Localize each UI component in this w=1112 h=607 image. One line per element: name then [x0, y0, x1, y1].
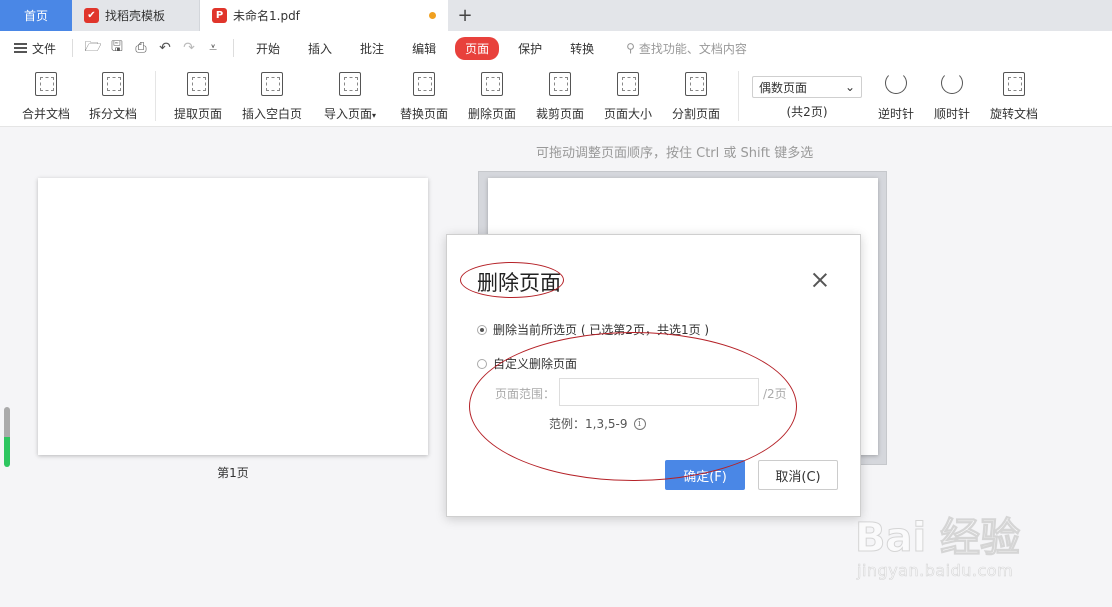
divider [155, 71, 156, 121]
replace-page-button[interactable]: 替换页面 [398, 70, 450, 122]
close-icon[interactable] [811, 271, 829, 289]
watermark-logo: Bai 经验 [854, 515, 1021, 562]
extract-page-button[interactable]: 提取页面 [172, 70, 224, 122]
crop-icon [549, 72, 571, 96]
rotate-doc-button[interactable]: 旋转文档 [988, 70, 1040, 122]
radio-unchecked-icon[interactable] [477, 358, 487, 369]
menu-protect[interactable]: 保护 [509, 37, 551, 60]
chevron-down-icon: ▾ [372, 111, 377, 120]
rotate-ccw-button[interactable]: 逆时针 [876, 70, 916, 122]
rotate-cw-icon [941, 72, 963, 94]
insert-blank-page-button[interactable]: 插入空白页 [240, 70, 304, 122]
menu-annotate[interactable]: 批注 [351, 37, 393, 60]
file-menu[interactable]: 文件 [14, 40, 56, 57]
annotation-ellipse-title [460, 262, 564, 298]
delete-page-icon [481, 72, 503, 96]
chevron-down-icon: ⌄ [844, 80, 855, 94]
undo-icon[interactable]: ↶ [153, 36, 177, 60]
divider [72, 39, 74, 57]
page-type-select[interactable]: 偶数页面 ⌄ [752, 76, 862, 98]
split-doc-button[interactable]: 拆分文档 [87, 70, 139, 122]
import-page-button[interactable]: 导入页面▾ [320, 70, 380, 122]
split-page-icon [685, 72, 707, 96]
cancel-button[interactable]: 取消(C) [758, 460, 838, 490]
open-folder-icon[interactable]: 🗁 [81, 36, 105, 60]
page-size-button[interactable]: 页面大小 [602, 70, 654, 122]
watermark-url: jingyan.baidu.com [857, 561, 1014, 581]
divider [233, 39, 235, 57]
tab-bar: 首页 ✔ 找稻壳模板 P 未命名1.pdf + [0, 0, 1112, 31]
import-icon [339, 72, 361, 96]
baidu-watermark: Bai 经验 jingyan.baidu.com [854, 505, 1055, 590]
blank-page-icon [261, 72, 283, 96]
page-label-1: 第1页 [217, 466, 249, 480]
menu-bar: 文件 🗁 🖫 ⎙ ↶ ↷ ⩡ 开始 插入 批注 编辑 页面 保护 转换 ⚲ 查找… [0, 31, 1112, 65]
ribbon-toolbar: 合并文档 拆分文档 提取页面 插入空白页 导入页面▾ 替换页面 删除页面 裁剪页… [0, 65, 1112, 127]
merge-icon [35, 72, 57, 96]
search-icon: ⚲ [626, 41, 635, 55]
pdf-file-icon: P [212, 8, 227, 23]
menu-convert[interactable]: 转换 [561, 37, 603, 60]
split-page-button[interactable]: 分割页面 [670, 70, 722, 122]
rotate-cw-button[interactable]: 顺时针 [932, 70, 972, 122]
redo-icon[interactable]: ↷ [177, 36, 201, 60]
search-box[interactable]: ⚲ 查找功能、文档内容 [626, 40, 747, 57]
quick-access-dropdown-icon[interactable]: ⩡ [201, 36, 225, 60]
rotate-doc-icon [1003, 72, 1025, 96]
rotate-ccw-icon [885, 72, 907, 94]
menu-edit[interactable]: 编辑 [403, 37, 445, 60]
page-count: (共2页) [786, 105, 828, 119]
replace-icon [413, 72, 435, 96]
page-size-icon [617, 72, 639, 96]
page-thumbnail-1[interactable] [38, 178, 428, 455]
menu-insert[interactable]: 插入 [299, 37, 341, 60]
annotation-ellipse-range [469, 332, 797, 481]
save-icon[interactable]: 🖫 [105, 36, 129, 60]
tab-home[interactable]: 首页 [0, 0, 72, 31]
tab-template[interactable]: ✔ 找稻壳模板 [72, 0, 200, 31]
docer-logo-icon: ✔ [84, 8, 99, 23]
divider [738, 71, 739, 121]
menu-icon [14, 43, 27, 53]
print-icon[interactable]: ⎙ [129, 36, 153, 60]
unsaved-dot-icon [429, 12, 436, 19]
split-icon [102, 72, 124, 96]
radio-checked-icon[interactable] [477, 324, 487, 335]
menu-start[interactable]: 开始 [247, 37, 289, 60]
crop-page-button[interactable]: 裁剪页面 [534, 70, 586, 122]
delete-page-button[interactable]: 删除页面 [466, 70, 518, 122]
reorder-hint: 可拖动调整页面顺序，按住 Ctrl 或 Shift 键多选 [536, 146, 814, 161]
scroll-indicator[interactable] [4, 407, 10, 467]
menu-page[interactable]: 页面 [455, 36, 500, 60]
extract-icon [187, 72, 209, 96]
tab-document[interactable]: P 未命名1.pdf [200, 0, 448, 31]
merge-doc-button[interactable]: 合并文档 [20, 70, 72, 122]
new-tab-button[interactable]: + [448, 0, 482, 31]
